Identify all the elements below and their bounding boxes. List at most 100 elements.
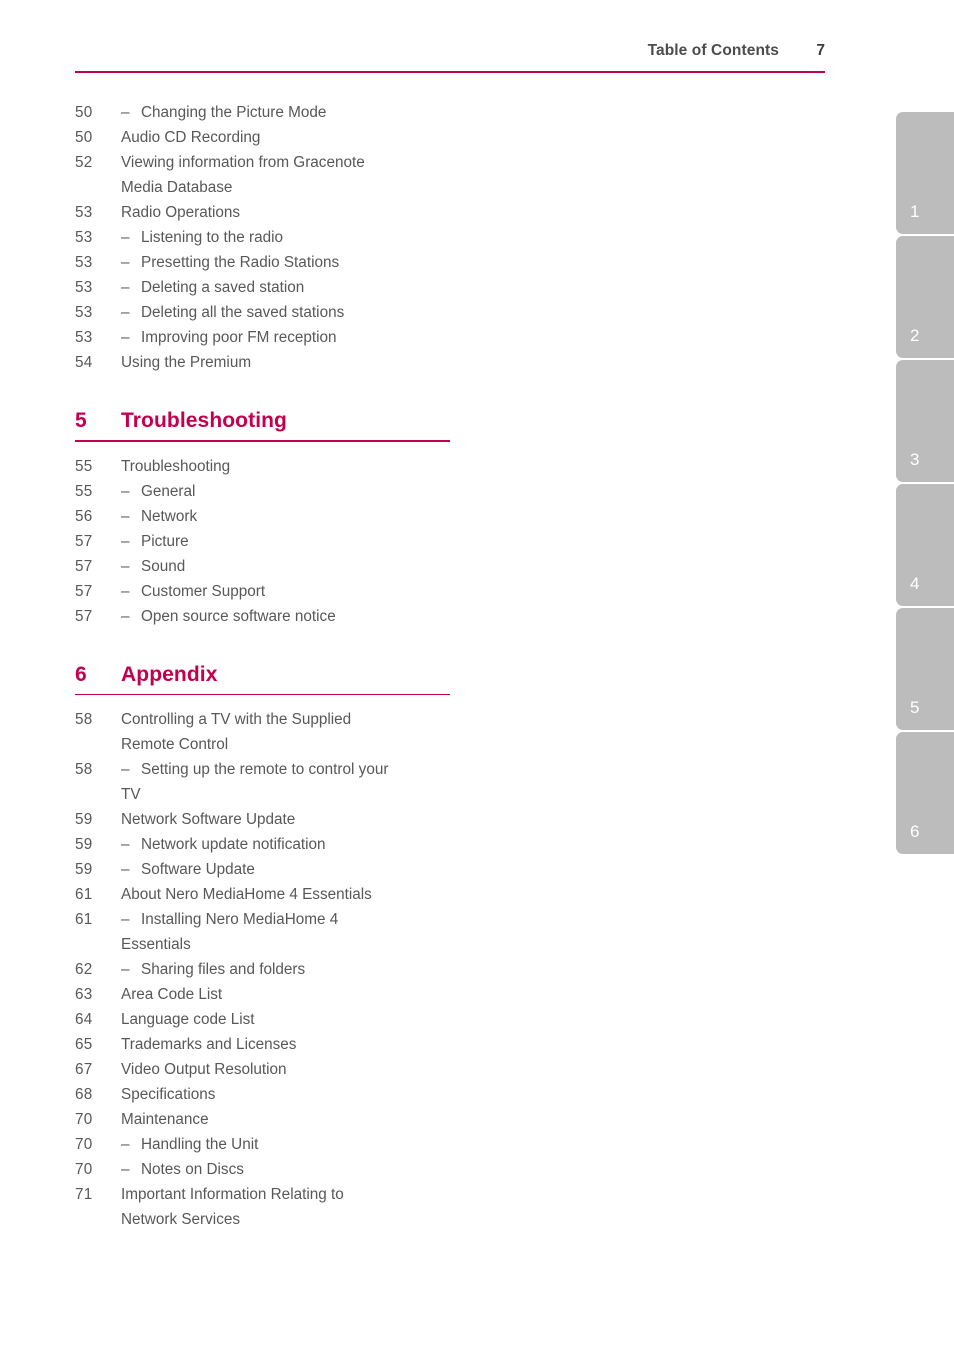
toc-entry-body: –Listening to the radio [121, 225, 545, 250]
toc-entry-page-number: 61 [75, 882, 121, 907]
toc-entry-label: Essentials [121, 932, 545, 957]
toc-entry[interactable]: 70Maintenance [75, 1107, 545, 1132]
toc-entry[interactable]: 57–Customer Support [75, 579, 545, 604]
toc-entry-body: –Changing the Picture Mode [121, 100, 545, 125]
toc-entry-label: Media Database [121, 175, 545, 200]
page-header: Table of Contents 7 [75, 42, 825, 72]
toc-entry[interactable]: 61–Installing Nero MediaHome 4 [75, 907, 545, 932]
side-tab-label: 2 [910, 326, 920, 346]
toc-entry[interactable]: 56–Network [75, 504, 545, 529]
toc-entry[interactable]: Network Services [75, 1207, 545, 1232]
toc-entry[interactable]: 58Controlling a TV with the Supplied [75, 707, 545, 732]
toc-entry[interactable]: 53–Improving poor FM reception [75, 325, 545, 350]
toc-entry-page-number: 64 [75, 1007, 121, 1032]
toc-entry-label: Troubleshooting [121, 454, 545, 479]
toc-entry[interactable]: 53–Deleting all the saved stations [75, 300, 545, 325]
toc-entry-body: –Improving poor FM reception [121, 325, 545, 350]
toc-entry[interactable]: 52Viewing information from Gracenote [75, 150, 545, 175]
toc-entry[interactable]: Essentials [75, 932, 545, 957]
toc-entry[interactable]: 53–Deleting a saved station [75, 275, 545, 300]
toc-entry-label: Improving poor FM reception [141, 325, 545, 350]
side-tab-3[interactable]: 3 [896, 360, 954, 482]
toc-entry-page-number: 54 [75, 350, 121, 375]
toc-entry-page-number: 53 [75, 325, 121, 350]
toc-entry-body: –Handling the Unit [121, 1132, 545, 1157]
toc-entry-label: About Nero MediaHome 4 Essentials [121, 882, 545, 907]
toc-entry[interactable]: 55Troubleshooting [75, 454, 545, 479]
toc-entry[interactable]: 71Important Information Relating to [75, 1182, 545, 1207]
toc-entry-label: Controlling a TV with the Supplied [121, 707, 545, 732]
toc-entry-body: –Software Update [121, 857, 545, 882]
toc-entry-body: Video Output Resolution [121, 1057, 545, 1082]
toc-entry[interactable]: 59Network Software Update [75, 807, 545, 832]
toc-entry[interactable]: Remote Control [75, 732, 545, 757]
toc-entry-body: Trademarks and Licenses [121, 1032, 545, 1057]
section-title: Troubleshooting [121, 409, 287, 433]
toc-entry[interactable]: 61About Nero MediaHome 4 Essentials [75, 882, 545, 907]
toc-entry-label: Open source software notice [141, 604, 545, 629]
toc-entry[interactable]: 70–Notes on Discs [75, 1157, 545, 1182]
toc-entry-label: Presetting the Radio Stations [141, 250, 545, 275]
toc-entry-dash: – [121, 857, 141, 882]
side-tab-5[interactable]: 5 [896, 608, 954, 730]
toc-entry[interactable]: 53Radio Operations [75, 200, 545, 225]
toc-entry-body: About Nero MediaHome 4 Essentials [121, 882, 545, 907]
toc-entry[interactable]: 68Specifications [75, 1082, 545, 1107]
toc-entry-page-number: 58 [75, 707, 121, 732]
toc-entry[interactable]: 54Using the Premium [75, 350, 545, 375]
toc-entry-label: Changing the Picture Mode [141, 100, 545, 125]
toc-entry[interactable]: 57–Picture [75, 529, 545, 554]
toc-entry[interactable]: 57–Sound [75, 554, 545, 579]
toc-entry-label: Installing Nero MediaHome 4 [141, 907, 545, 932]
toc-entry[interactable]: 70–Handling the Unit [75, 1132, 545, 1157]
toc-entry-body: Controlling a TV with the Supplied [121, 707, 545, 732]
toc-entry[interactable]: 50–Changing the Picture Mode [75, 100, 545, 125]
side-tab-2[interactable]: 2 [896, 236, 954, 358]
toc-entry[interactable]: 67Video Output Resolution [75, 1057, 545, 1082]
toc-entry-body: Troubleshooting [121, 454, 545, 479]
toc-entry[interactable]: 58–Setting up the remote to control your [75, 757, 545, 782]
toc-entry[interactable]: 57–Open source software notice [75, 604, 545, 629]
toc-entry-label: Sharing files and folders [141, 957, 545, 982]
toc-entry[interactable]: 65Trademarks and Licenses [75, 1032, 545, 1057]
toc-entry[interactable]: 50Audio CD Recording [75, 125, 545, 150]
toc-entry-body: Important Information Relating to [121, 1182, 545, 1207]
toc-entry[interactable]: 64Language code List [75, 1007, 545, 1032]
toc-entry-page-number: 56 [75, 504, 121, 529]
toc-entry-body: Area Code List [121, 982, 545, 1007]
toc-entry-dash: – [121, 275, 141, 300]
toc-entry[interactable]: 59–Network update notification [75, 832, 545, 857]
side-tab-4[interactable]: 4 [896, 484, 954, 606]
toc-entry-body: –Network [121, 504, 545, 529]
side-tab-strip: 1 2 3 4 5 6 [896, 112, 954, 856]
side-tab-1[interactable]: 1 [896, 112, 954, 234]
toc-entry-label: Network [141, 504, 545, 529]
side-tab-label: 3 [910, 450, 920, 470]
toc-entry-page-number: 61 [75, 907, 121, 932]
toc-entry-page-number: 59 [75, 807, 121, 832]
toc-entry-page-number: 70 [75, 1132, 121, 1157]
toc-entry[interactable]: 59–Software Update [75, 857, 545, 882]
toc-entry[interactable]: 62–Sharing files and folders [75, 957, 545, 982]
toc-entry[interactable]: 55–General [75, 479, 545, 504]
toc-entry-label: Network Software Update [121, 807, 545, 832]
toc-entry-body: Audio CD Recording [121, 125, 545, 150]
toc-entry-dash: – [121, 529, 141, 554]
toc-entry-body: Remote Control [121, 732, 545, 757]
section-number: 5 [75, 409, 121, 433]
toc-entry-page-number: 57 [75, 529, 121, 554]
header-inner: Table of Contents 7 [75, 42, 825, 68]
toc-entry-body: –Notes on Discs [121, 1157, 545, 1182]
toc-entry[interactable]: 53–Listening to the radio [75, 225, 545, 250]
toc-entry-dash: – [121, 1157, 141, 1182]
toc-entry[interactable]: 53–Presetting the Radio Stations [75, 250, 545, 275]
side-tab-label: 5 [910, 698, 920, 718]
toc-entry[interactable]: TV [75, 782, 545, 807]
toc-entry[interactable]: Media Database [75, 175, 545, 200]
toc-section-heading: 6Appendix [75, 663, 450, 696]
side-tab-6[interactable]: 6 [896, 732, 954, 854]
toc-entry[interactable]: 63Area Code List [75, 982, 545, 1007]
toc-entry-page-number: 65 [75, 1032, 121, 1057]
toc-entry-page-number: 57 [75, 554, 121, 579]
toc-sections: 5Troubleshooting55Troubleshooting55–Gene… [75, 409, 545, 1232]
